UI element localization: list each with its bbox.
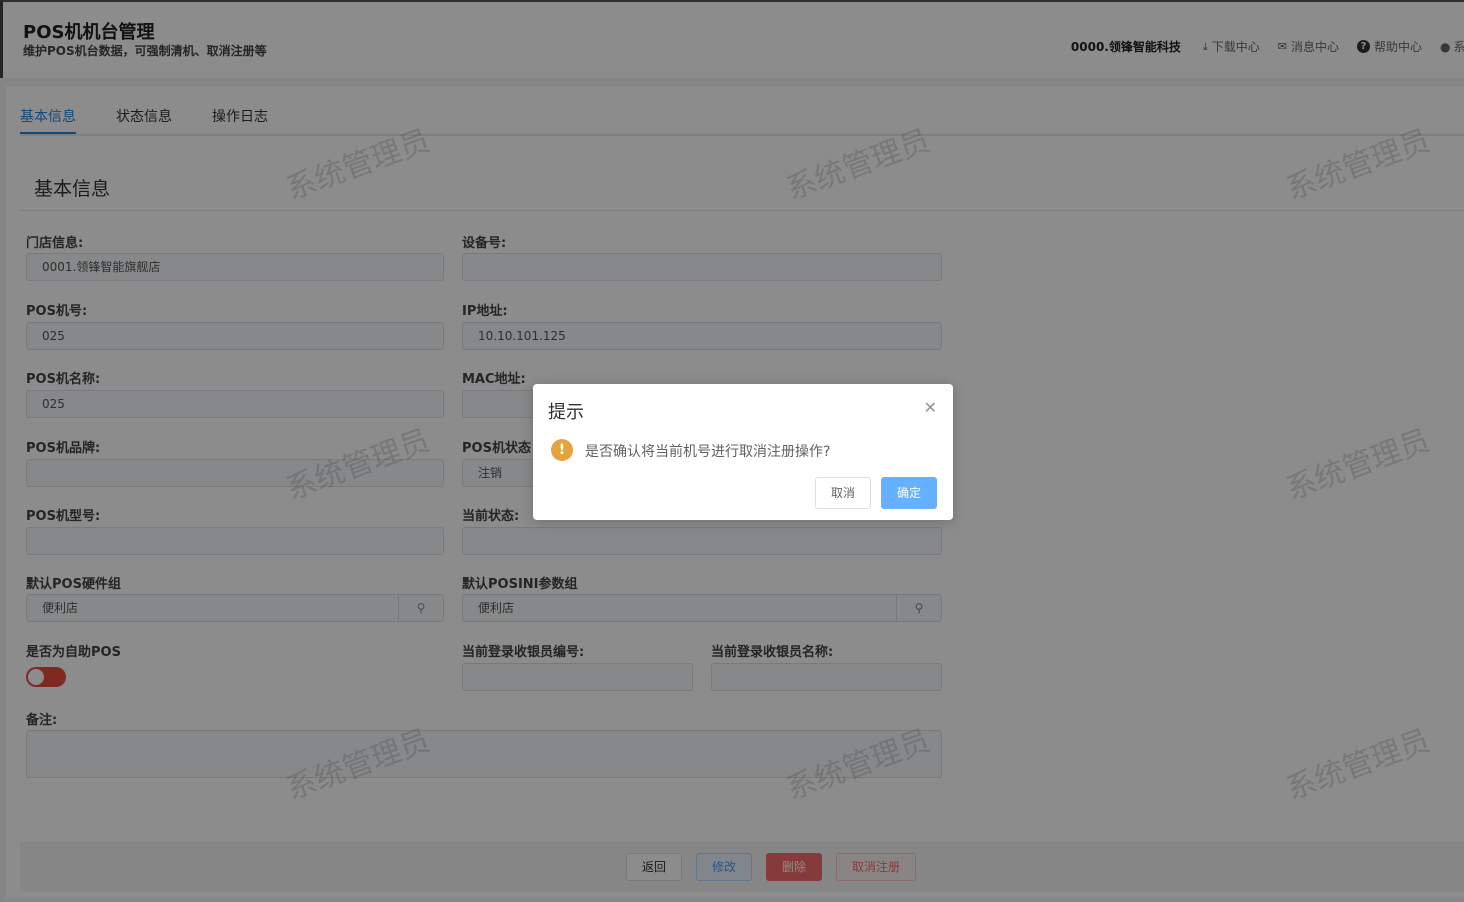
close-icon[interactable]: ✕ xyxy=(924,400,937,416)
dialog-confirm-button[interactable]: 确定 xyxy=(881,477,937,509)
dialog-title: 提示 xyxy=(548,402,584,423)
confirm-dialog: 提示 ✕ ! 是否确认将当前机号进行取消注册操作? 取消 确定 xyxy=(533,384,953,520)
dialog-cancel-button[interactable]: 取消 xyxy=(815,477,871,509)
dialog-message: 是否确认将当前机号进行取消注册操作? xyxy=(585,444,831,460)
warning-icon: ! xyxy=(551,439,573,461)
